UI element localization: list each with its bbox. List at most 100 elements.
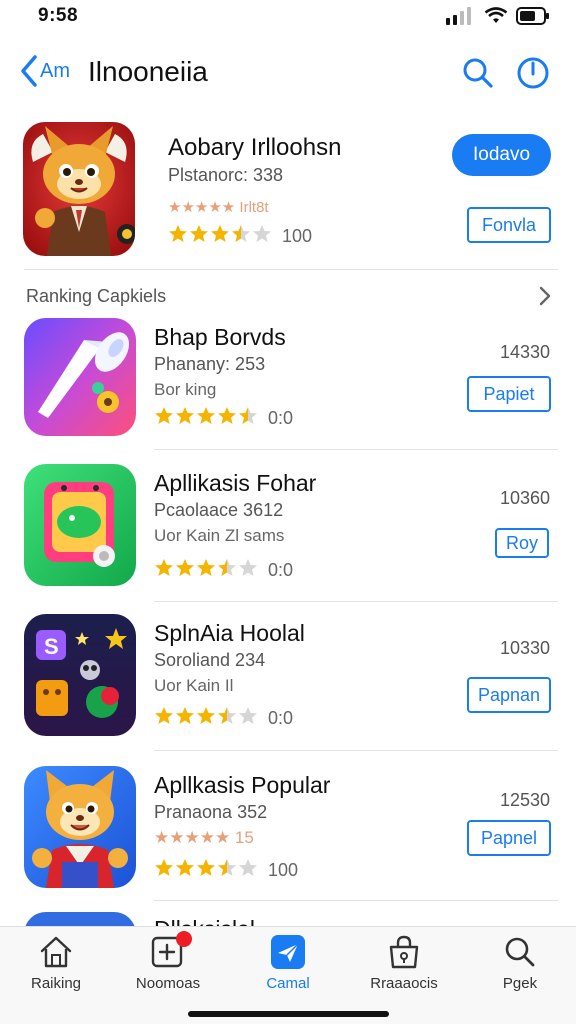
bag-icon xyxy=(389,935,419,969)
app-subtitle: Phanany: 253 xyxy=(154,354,266,374)
star-icon xyxy=(239,407,257,424)
search-icon xyxy=(463,58,493,88)
tab-new[interactable]: Noomoas xyxy=(118,931,218,1005)
app-rating: 0:0 xyxy=(154,406,293,431)
wifi-icon xyxy=(484,7,508,23)
app-price: 12530 xyxy=(499,790,550,810)
list-item[interactable]: Dllsksislel xyxy=(0,912,576,926)
clock-button[interactable] xyxy=(516,56,550,90)
tab-ranking[interactable]: Raiking xyxy=(6,935,106,1005)
star-icon xyxy=(239,707,257,724)
featured-rating: 100 xyxy=(168,224,312,249)
app-rating: 0:0 xyxy=(154,706,293,731)
featured-app-tag: ★★★★★ Irlt8t xyxy=(168,199,269,216)
nav-bar: Am Ilnooneiia xyxy=(0,48,576,100)
app-icon[interactable]: S xyxy=(24,614,136,736)
star-icon xyxy=(218,707,236,724)
space-game-icon: S xyxy=(24,614,136,736)
star-icon xyxy=(176,859,194,876)
search-button[interactable] xyxy=(461,56,495,90)
star-icon xyxy=(190,225,208,242)
rating-count: 0:0 xyxy=(268,708,294,728)
featured-app[interactable]: Aobary Irlloohsn Plstanorc: 338 ★★★★★ Ir… xyxy=(0,118,576,268)
featured-secondary-button[interactable]: Fonvla xyxy=(467,207,551,243)
star-icon xyxy=(239,559,257,576)
tab-products[interactable]: Rraaaocis xyxy=(354,935,454,1005)
brush-tool-icon xyxy=(24,318,136,436)
divider xyxy=(154,900,558,901)
tab-label: Raiking xyxy=(30,975,82,992)
app-icon[interactable] xyxy=(24,318,136,436)
app-price: 10330 xyxy=(499,638,550,658)
star-icon xyxy=(155,407,173,424)
app-price: 10360 xyxy=(499,488,550,508)
divider xyxy=(154,750,558,751)
star-icon xyxy=(155,707,173,724)
app-rating: 100 xyxy=(154,858,298,883)
list-item[interactable]: Apllikasis Fohar Pcaolaace 3612 Uor Kain… xyxy=(0,464,576,614)
stars-svg xyxy=(155,559,257,576)
clock-icon xyxy=(517,57,549,89)
list-item[interactable]: Bhap Borvds Phanany: 253 Bor king 0:0 14… xyxy=(0,318,576,468)
tab-label: Camal xyxy=(266,975,310,992)
tab-label: Pgek xyxy=(502,975,538,992)
svg-text:S: S xyxy=(44,634,59,659)
game-board-icon xyxy=(24,464,136,586)
app-tag: Uor Kain Il xyxy=(154,676,234,695)
notification-badge xyxy=(176,931,192,947)
tab-search[interactable]: Pgek xyxy=(470,935,570,1005)
star-icon xyxy=(218,859,236,876)
section-header[interactable]: Ranking Capkiels xyxy=(0,283,576,313)
featured-app-subtitle: Plstanorc: 338 xyxy=(168,165,284,185)
app-action-button[interactable]: Roy xyxy=(495,528,549,558)
back-button[interactable]: Am xyxy=(20,54,70,88)
chevron-right-icon xyxy=(539,286,551,306)
star-icon xyxy=(176,559,194,576)
star-icon xyxy=(197,407,215,424)
star-rating xyxy=(154,706,258,731)
app-icon[interactable] xyxy=(24,912,136,926)
app-name: Apllkasis Popular xyxy=(154,772,331,798)
house-icon xyxy=(40,936,72,968)
star-icon xyxy=(211,225,229,242)
list-item[interactable]: S SplnAia Hoolal Soroliand 234 Uor Kain … xyxy=(0,614,576,764)
app-action-button[interactable]: Papnan xyxy=(467,677,551,713)
app-icon[interactable] xyxy=(24,464,136,586)
star-icon xyxy=(176,407,194,424)
app-action-button[interactable]: Papnel xyxy=(467,820,551,856)
tab-bar: Raiking Noomoas Camal Rraaaocis Pgek xyxy=(0,926,576,1024)
page-title: Ilnooneiia xyxy=(88,56,208,87)
star-icon xyxy=(253,225,271,242)
star-icon xyxy=(176,707,194,724)
star-rating xyxy=(154,858,258,883)
stars-svg xyxy=(155,707,257,724)
status-bar: 9:58 xyxy=(0,0,576,34)
featured-app-icon[interactable] xyxy=(23,122,135,256)
app-action-button[interactable]: Papiet xyxy=(467,376,551,412)
featured-app-name: Aobary Irlloohsn xyxy=(168,134,342,161)
cartoon-cat-icon xyxy=(23,122,135,256)
tab-label: Rraaaocis xyxy=(370,975,438,992)
app-name: Bhap Borvds xyxy=(154,324,286,350)
tab-camal[interactable]: Camal xyxy=(238,935,338,1005)
star-icon xyxy=(197,559,215,576)
star-icon xyxy=(197,707,215,724)
star-rating xyxy=(154,406,258,431)
app-tag: ★★★★★ 15 xyxy=(154,828,254,847)
featured-get-button[interactable]: Iodavo xyxy=(452,134,551,176)
list-item[interactable]: Apllkasis Popular Pranaona 352 ★★★★★ 15 … xyxy=(0,766,576,916)
stars-svg xyxy=(155,859,257,876)
star-icon xyxy=(239,859,257,876)
back-label: Am xyxy=(40,59,70,82)
section-title: Ranking Capkiels xyxy=(26,286,167,306)
star-rating xyxy=(168,224,272,249)
chevron-left-icon xyxy=(21,55,37,87)
tab-label: Noomoas xyxy=(135,975,201,992)
app-icon[interactable] xyxy=(24,766,136,888)
search-icon xyxy=(505,937,535,967)
star-icon xyxy=(169,225,187,242)
app-price: 14330 xyxy=(499,342,550,362)
divider xyxy=(154,601,558,602)
rating-count: 100 xyxy=(268,860,299,880)
star-icon xyxy=(218,407,236,424)
